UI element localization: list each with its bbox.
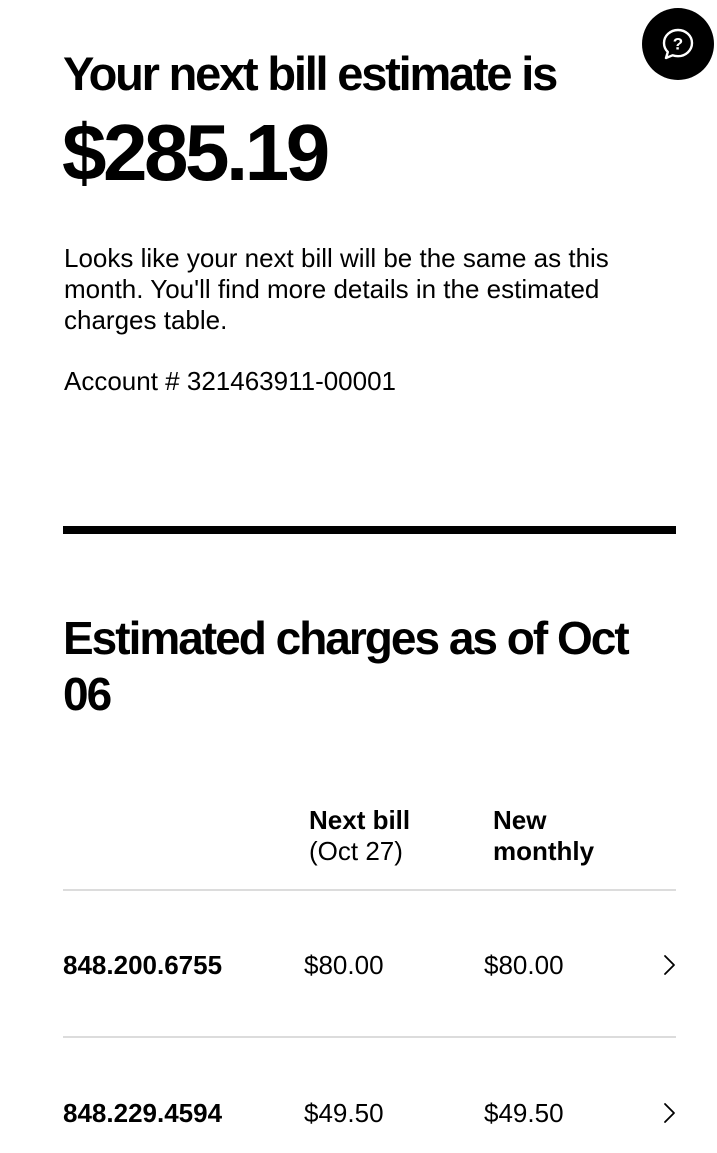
next-bill-label: Next bill [309, 805, 411, 835]
line-number: 848.229.4594 [63, 1098, 223, 1128]
next-bill-amount: $80.00 [304, 950, 384, 980]
new-monthly-label-line1: New [493, 805, 547, 835]
row-divider [63, 1036, 676, 1038]
line-number: 848.200.6755 [63, 950, 223, 980]
estimate-description: Looks like your next bill will be the sa… [64, 243, 609, 335]
chevron-right-icon [664, 955, 675, 975]
next-bill-amount: $49.50 [304, 1098, 384, 1128]
charge-row-2[interactable]: 848.229.4594 $49.50 $49.50 [0, 1073, 717, 1153]
row-divider [63, 889, 676, 891]
help-chat-icon: ? [662, 28, 694, 60]
next-bill-date: (Oct 27) [309, 836, 403, 866]
new-monthly-amount: $49.50 [484, 1098, 564, 1128]
help-button[interactable]: ? [642, 8, 714, 80]
new-monthly-amount: $80.00 [484, 950, 564, 980]
new-monthly-label-line2: monthly [493, 836, 595, 866]
bill-estimate-page: ? Your next bill estimate is $285.19 Loo… [0, 0, 717, 1138]
account-number: Account # 321463911-00001 [64, 366, 397, 396]
section-divider [63, 526, 676, 534]
charges-title: Estimated charges as of Oct 06 [63, 612, 630, 720]
new-monthly-column-header: New monthly [493, 805, 594, 867]
next-bill-column-header: Next bill (Oct 27) [309, 805, 410, 867]
charge-row-1[interactable]: 848.200.6755 $80.00 $80.00 [0, 925, 717, 1005]
estimate-amount: $285.19 [62, 108, 330, 197]
svg-text:?: ? [673, 35, 683, 54]
chevron-right-icon [664, 1103, 675, 1123]
estimate-headline: Your next bill estimate is [63, 47, 558, 100]
